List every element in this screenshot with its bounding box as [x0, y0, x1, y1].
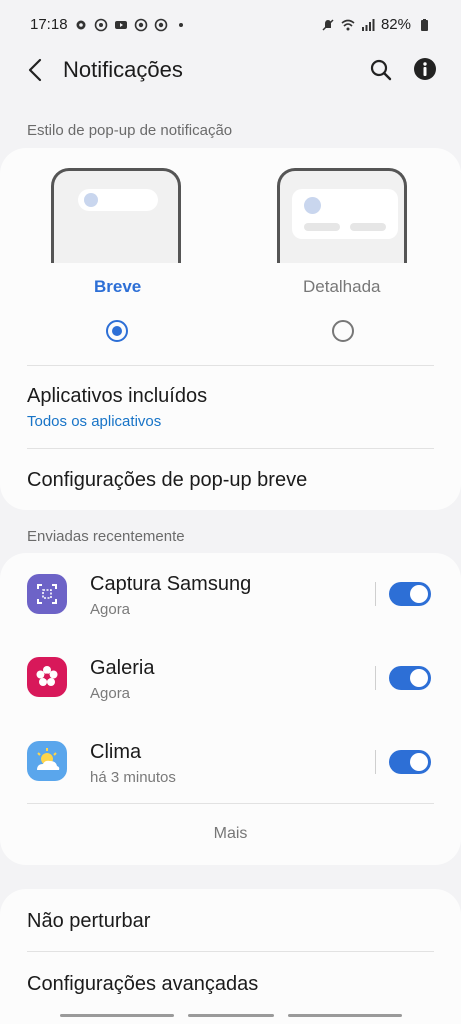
brief-preview[interactable] — [51, 168, 181, 263]
youtube-icon — [114, 20, 127, 29]
detailed-option-label[interactable]: Detalhada — [303, 277, 381, 297]
app-toggle-clima[interactable] — [389, 750, 431, 774]
advanced-settings-row[interactable]: Configurações avançadas — [27, 973, 258, 996]
app-toggle-captura[interactable] — [389, 582, 431, 606]
whatsapp-icon — [94, 18, 107, 31]
divider — [27, 803, 434, 804]
bottom-settings-card: Não perturbar Configurações avançadas — [0, 889, 461, 1024]
gear-icon — [76, 20, 86, 29]
app-header: Notificações — [0, 48, 461, 92]
recent-section-label: Enviadas recentemente — [27, 528, 185, 545]
weather-sun-cloud-glyph — [37, 748, 60, 770]
separator — [375, 750, 376, 774]
detailed-preview-card — [292, 189, 398, 239]
divider — [27, 365, 434, 366]
wifi-icon — [341, 19, 355, 30]
battery-icon — [421, 18, 428, 31]
detailed-preview-bar — [304, 223, 340, 231]
divider — [27, 448, 434, 449]
app-name: Clima — [90, 741, 142, 763]
dot-icon — [178, 22, 183, 27]
app-name: Galeria — [90, 657, 155, 679]
included-apps-title: Aplicativos incluídos — [27, 385, 208, 407]
popup-style-card: Breve Detalhada Aplicativos incluídos To… — [0, 148, 461, 510]
brief-popup-settings-row[interactable]: Configurações de pop-up breve — [27, 469, 307, 492]
info-icon[interactable] — [412, 56, 438, 82]
mute-icon — [322, 18, 334, 31]
detailed-preview-dot — [304, 197, 321, 214]
detailed-preview-bar — [350, 223, 386, 231]
popup-style-section-label: Estilo de pop-up de notificação — [27, 122, 233, 139]
more-button[interactable]: Mais — [0, 825, 461, 843]
app-name: Captura Samsung — [90, 573, 252, 595]
app-time: Agora — [90, 601, 131, 618]
battery-percent: 82% — [380, 16, 411, 33]
app-time: há 3 minutos — [90, 769, 176, 786]
nav-handle — [188, 1014, 274, 1017]
back-arrow-icon[interactable] — [24, 56, 48, 84]
chrome-icon — [134, 18, 147, 31]
brief-radio[interactable] — [106, 320, 128, 342]
page-title: Notificações — [63, 57, 183, 82]
signal-icon — [361, 18, 375, 31]
status-bar: 17:18 82% — [0, 0, 461, 52]
nav-handle — [288, 1014, 402, 1017]
gallery-icon — [27, 657, 67, 697]
screen-capture-glyph — [37, 584, 57, 604]
do-not-disturb-row[interactable]: Não perturbar — [27, 910, 150, 933]
divider — [27, 951, 434, 952]
status-time: 17:18 — [30, 16, 68, 33]
separator — [375, 582, 376, 606]
brief-option-label[interactable]: Breve — [94, 277, 141, 297]
detailed-radio[interactable] — [332, 320, 354, 342]
search-icon[interactable] — [368, 57, 394, 83]
detailed-preview[interactable] — [277, 168, 407, 263]
weather-icon — [27, 741, 67, 781]
chrome-icon — [154, 18, 167, 31]
gallery-flower-glyph — [36, 666, 58, 686]
included-apps-value: Todos os aplicativos — [27, 413, 162, 430]
recent-apps-card: Captura Samsung Agora Galeria Agora Clim… — [0, 553, 461, 865]
screen-capture-icon — [27, 574, 67, 614]
separator — [375, 666, 376, 690]
brief-preview-dot — [84, 193, 98, 207]
nav-handle — [60, 1014, 174, 1017]
app-time: Agora — [90, 685, 131, 702]
app-toggle-galeria[interactable] — [389, 666, 431, 690]
